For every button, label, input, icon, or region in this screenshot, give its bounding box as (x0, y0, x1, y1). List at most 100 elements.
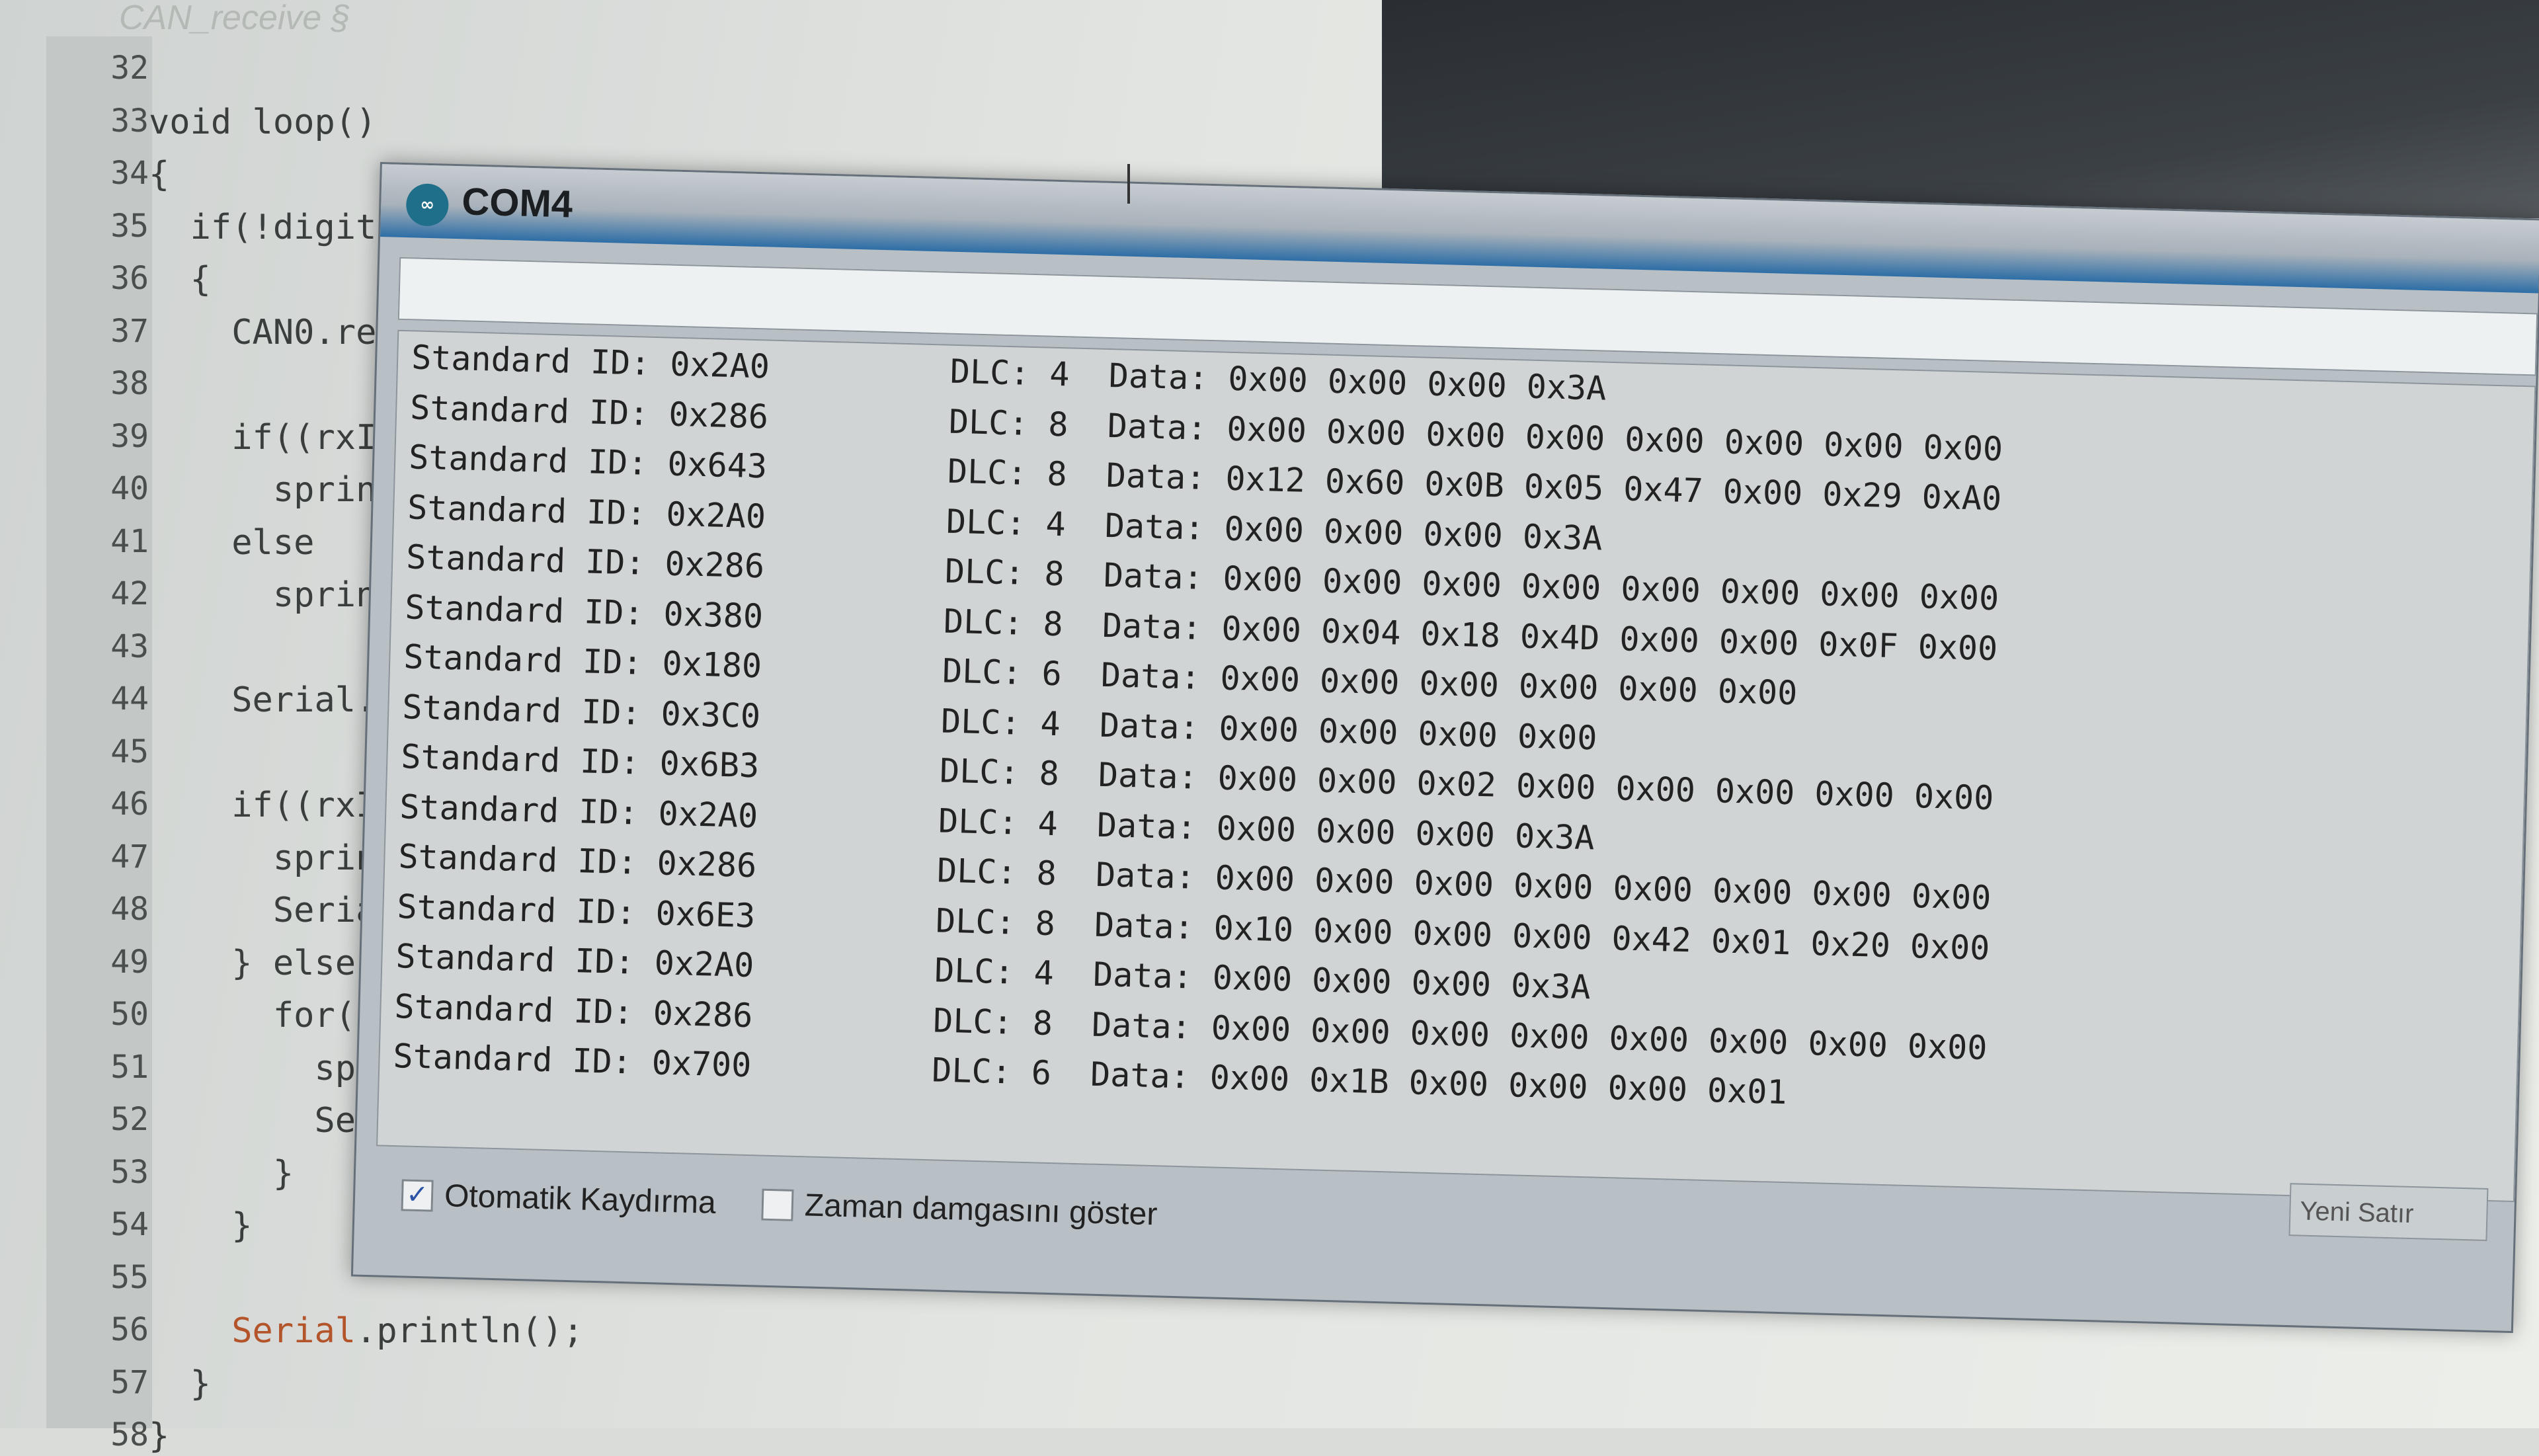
frame-data: Data: 0x00 0x00 0x00 0x3A (1104, 506, 1603, 558)
line-number: 57 (110, 1363, 149, 1401)
frame-dlc: DLC: 4 (946, 502, 1067, 544)
frame-id: Standard ID: 0x3C0 (401, 687, 761, 735)
window-title: COM4 (461, 180, 573, 226)
line-number: 39 (110, 417, 149, 455)
frame-id: Standard ID: 0x286 (397, 837, 757, 885)
code-line: sprint (149, 470, 397, 510)
line-number: 36 (110, 260, 149, 297)
frame-data: Data: 0x00 0x00 0x00 0x00 0x00 0x00 (1100, 655, 1798, 713)
line-number: 56 (110, 1311, 149, 1348)
code-line: CAN0.rea (149, 312, 397, 352)
line-number: 46 (110, 786, 149, 823)
line-number: 38 (110, 365, 149, 402)
timestamp-checkbox[interactable] (761, 1188, 794, 1221)
frame-dlc: DLC: 4 (938, 801, 1059, 843)
sketch-tab[interactable]: CAN_receive § (99, 0, 370, 36)
line-number: 34 (110, 155, 149, 192)
code-line: { (149, 260, 211, 300)
frame-dlc: DLC: 4 (940, 702, 1061, 743)
code-line: if((rxId (149, 786, 397, 825)
line-number: 44 (110, 680, 149, 717)
frame-id: Standard ID: 0x2A0 (399, 787, 758, 835)
autoscroll-label[interactable]: Otomatik Kaydırma (444, 1178, 716, 1221)
serial-line: Standard ID: 0x643 DLC: 8 Data: 0x12 0x60 … (408, 438, 2002, 518)
line-number: 53 (110, 1153, 149, 1191)
timestamp-label[interactable]: Zaman damgasını göster (804, 1187, 1158, 1233)
line-number: 37 (110, 312, 149, 350)
frame-dlc: DLC: 8 (939, 751, 1060, 793)
line-ending-select[interactable]: Yeni Satır (2288, 1183, 2489, 1241)
frame-dlc: DLC: 8 (935, 901, 1056, 943)
line-number: 35 (110, 207, 149, 245)
line-number: 43 (110, 627, 149, 665)
line-number: 48 (110, 891, 149, 928)
code-line: void loop() (149, 102, 377, 142)
line-number-gutter: 32 33 34 35 36 37 38 39 40 41 42 43 44 45 46 47 48 49 50 51… (46, 36, 152, 1453)
line-number: 41 (110, 522, 149, 560)
frame-dlc: DLC: 8 (936, 851, 1057, 893)
frame-data: Data: 0x00 0x00 0x00 0x3A (1096, 805, 1595, 857)
frame-data: Data: 0x10 0x00 0x00 0x00 0x42 0x01 0x20… (1094, 905, 1991, 967)
frame-data: Data: 0x00 0x00 0x00 0x00 0x00 0x00 0x00… (1103, 555, 1999, 618)
serial-line: Standard ID: 0x286 DLC: 8 Data: 0x00 0x00 … (397, 837, 1992, 917)
frame-data: Data: 0x00 0x1B 0x00 0x00 0x00 0x01 (1090, 1055, 1788, 1112)
code-line: else (149, 522, 315, 563)
line-number: 54 (110, 1206, 149, 1243)
frame-data: Data: 0x00 0x00 0x00 0x3A (1108, 356, 1607, 408)
frame-id: Standard ID: 0x2A0 (411, 338, 770, 386)
serial-line: Standard ID: 0x3C0 DLC: 4 Data: 0x00 0x00 … (401, 688, 1597, 757)
serial-line: Standard ID: 0x2A0 DLC: 4 Data: 0x00 0x00 … (395, 937, 1591, 1006)
code-line: Serial.println(); (231, 1311, 584, 1351)
code-line: Serial.p (149, 680, 397, 720)
code-line: if(!digita (149, 207, 397, 247)
line-number: 58 (110, 1416, 149, 1453)
line-number: 52 (110, 1101, 149, 1138)
serial-line: Standard ID: 0x2A0 DLC: 4 Data: 0x00 0x00 … (411, 338, 1607, 407)
background-window (1382, 0, 2539, 218)
frame-dlc: DLC: 6 (942, 651, 1063, 694)
frame-id: Standard ID: 0x286 (405, 538, 765, 586)
code-line: } (149, 1153, 294, 1193)
code-line: sprint (149, 575, 397, 615)
line-number: 49 (110, 943, 149, 981)
serial-monitor-window: ∞ COM4 Standard ID: 0x2A0 DLC: 4 Data: 0x0… (350, 162, 2539, 1334)
serial-output[interactable]: Standard ID: 0x2A0 DLC: 4 Data: 0x00 0x00 … (376, 329, 2536, 1203)
frame-dlc: DLC: 8 (944, 551, 1065, 594)
serial-line: Standard ID: 0x180 DLC: 6 Data: 0x00 0x00 … (403, 637, 1798, 712)
code-line: if((rxId (149, 417, 397, 458)
serial-line: Standard ID: 0x286 DLC: 8 Data: 0x00 0x00 … (405, 538, 1999, 618)
code-line: } (149, 1363, 211, 1404)
code-line: { (149, 155, 170, 194)
frame-dlc: DLC: 8 (943, 602, 1064, 643)
frame-id: Standard ID: 0x643 (408, 438, 768, 486)
serial-line: Standard ID: 0x380 DLC: 8 Data: 0x00 0x04 … (404, 588, 1998, 668)
frame-dlc: DLC: 8 (932, 1000, 1053, 1043)
frame-id: Standard ID: 0x6E3 (396, 887, 756, 935)
code-line: sprint (149, 838, 397, 878)
line-number: 42 (110, 575, 149, 612)
serial-line: Standard ID: 0x6E3 DLC: 8 Data: 0x10 0x00 … (396, 887, 1990, 967)
line-number: 51 (110, 1048, 149, 1086)
autoscroll-checkbox[interactable]: ✓ (401, 1179, 434, 1212)
frame-data: Data: 0x00 0x00 0x00 0x00 0x00 0x00 0x00… (1107, 406, 2003, 468)
serial-line: Standard ID: 0x286 DLC: 8 Data: 0x00 0x00 … (409, 388, 2003, 468)
line-number: 33 (110, 102, 149, 140)
frame-dlc: DLC: 4 (934, 951, 1055, 993)
line-number: 40 (110, 470, 149, 507)
frame-dlc: DLC: 4 (949, 352, 1070, 394)
frame-id: Standard ID: 0x2A0 (395, 937, 755, 985)
line-number: 45 (110, 733, 149, 770)
line-number: 50 (110, 996, 149, 1033)
line-number: 32 (110, 50, 149, 87)
frame-data: Data: 0x00 0x00 0x02 0x00 0x00 0x00 0x00… (1098, 755, 1995, 818)
serial-line: Standard ID: 0x2A0 DLC: 4 Data: 0x00 0x00 … (399, 788, 1595, 857)
code-line: } (149, 1206, 253, 1246)
frame-id: Standard ID: 0x700 (392, 1036, 752, 1085)
serial-line: Standard ID: 0x700 DLC: 6 Data: 0x00 0x1B … (392, 1037, 1787, 1112)
frame-id: Standard ID: 0x286 (409, 387, 769, 436)
frame-dlc: DLC: 8 (948, 402, 1069, 444)
frame-data: Data: 0x00 0x00 0x00 0x3A (1092, 955, 1592, 1007)
frame-data: Data: 0x00 0x04 0x18 0x4D 0x00 0x00 0x0F… (1102, 606, 1998, 668)
serial-line: Standard ID: 0x2A0 DLC: 4 Data: 0x00 0x00 … (407, 488, 1603, 557)
frame-id: Standard ID: 0x2A0 (407, 487, 766, 536)
